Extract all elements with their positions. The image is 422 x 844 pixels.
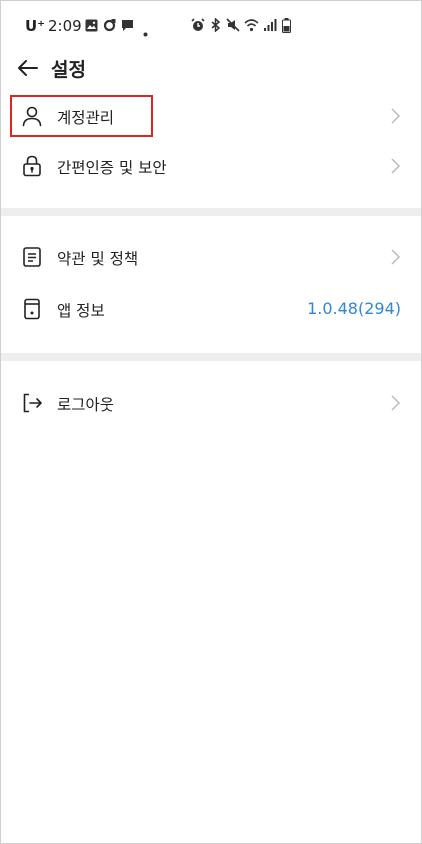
alarm-icon bbox=[191, 18, 205, 36]
menu-item-label: 로그아웃 bbox=[57, 396, 115, 414]
status-time: 2:09 bbox=[48, 17, 82, 35]
battery-icon bbox=[282, 18, 291, 37]
settings-screen: U⁺ 2:09 설정 계정관리 간편인증 및 보안 약관 및 정책 앱 정보 1… bbox=[0, 0, 422, 844]
message-icon bbox=[121, 18, 134, 36]
person-icon bbox=[22, 106, 42, 127]
mute-icon bbox=[226, 18, 240, 36]
section-divider bbox=[1, 353, 421, 361]
phone-icon bbox=[24, 298, 40, 320]
carrier-label: U⁺ bbox=[25, 17, 46, 35]
document-icon bbox=[23, 247, 41, 267]
app-version: 1.0.48(294) bbox=[307, 299, 401, 318]
back-button[interactable] bbox=[15, 55, 41, 81]
bluetooth-icon bbox=[209, 17, 222, 36]
signal-icon bbox=[263, 18, 277, 36]
sync-icon bbox=[103, 18, 116, 36]
chevron-right-icon bbox=[391, 158, 401, 174]
lock-icon bbox=[23, 155, 41, 177]
status-bar: U⁺ 2:09 bbox=[1, 1, 421, 51]
chevron-right-icon bbox=[391, 395, 401, 411]
menu-item-label: 앱 정보 bbox=[57, 302, 105, 320]
menu-item-simple-auth-security[interactable]: 간편인증 및 보안 bbox=[1, 142, 421, 192]
menu-item-label: 약관 및 정책 bbox=[57, 250, 139, 268]
arrow-left-icon bbox=[18, 60, 38, 76]
chevron-right-icon bbox=[391, 249, 401, 265]
logout-icon bbox=[23, 393, 42, 413]
page-title: 설정 bbox=[51, 59, 86, 81]
wifi-icon bbox=[244, 18, 259, 36]
menu-item-label: 계정관리 bbox=[57, 109, 115, 127]
app-header: 설정 bbox=[1, 51, 421, 85]
menu-item-label: 간편인증 및 보안 bbox=[57, 159, 167, 177]
section-divider bbox=[1, 208, 421, 216]
menu-item-logout[interactable]: 로그아웃 bbox=[1, 379, 421, 429]
chevron-right-icon bbox=[391, 108, 401, 124]
menu-item-account[interactable]: 계정관리 bbox=[1, 92, 421, 142]
dot-icon bbox=[143, 23, 148, 41]
gallery-icon bbox=[85, 18, 98, 36]
menu-item-app-info[interactable]: 앱 정보 1.0.48(294) bbox=[1, 285, 421, 335]
menu-item-terms-policy[interactable]: 약관 및 정책 bbox=[1, 233, 421, 283]
